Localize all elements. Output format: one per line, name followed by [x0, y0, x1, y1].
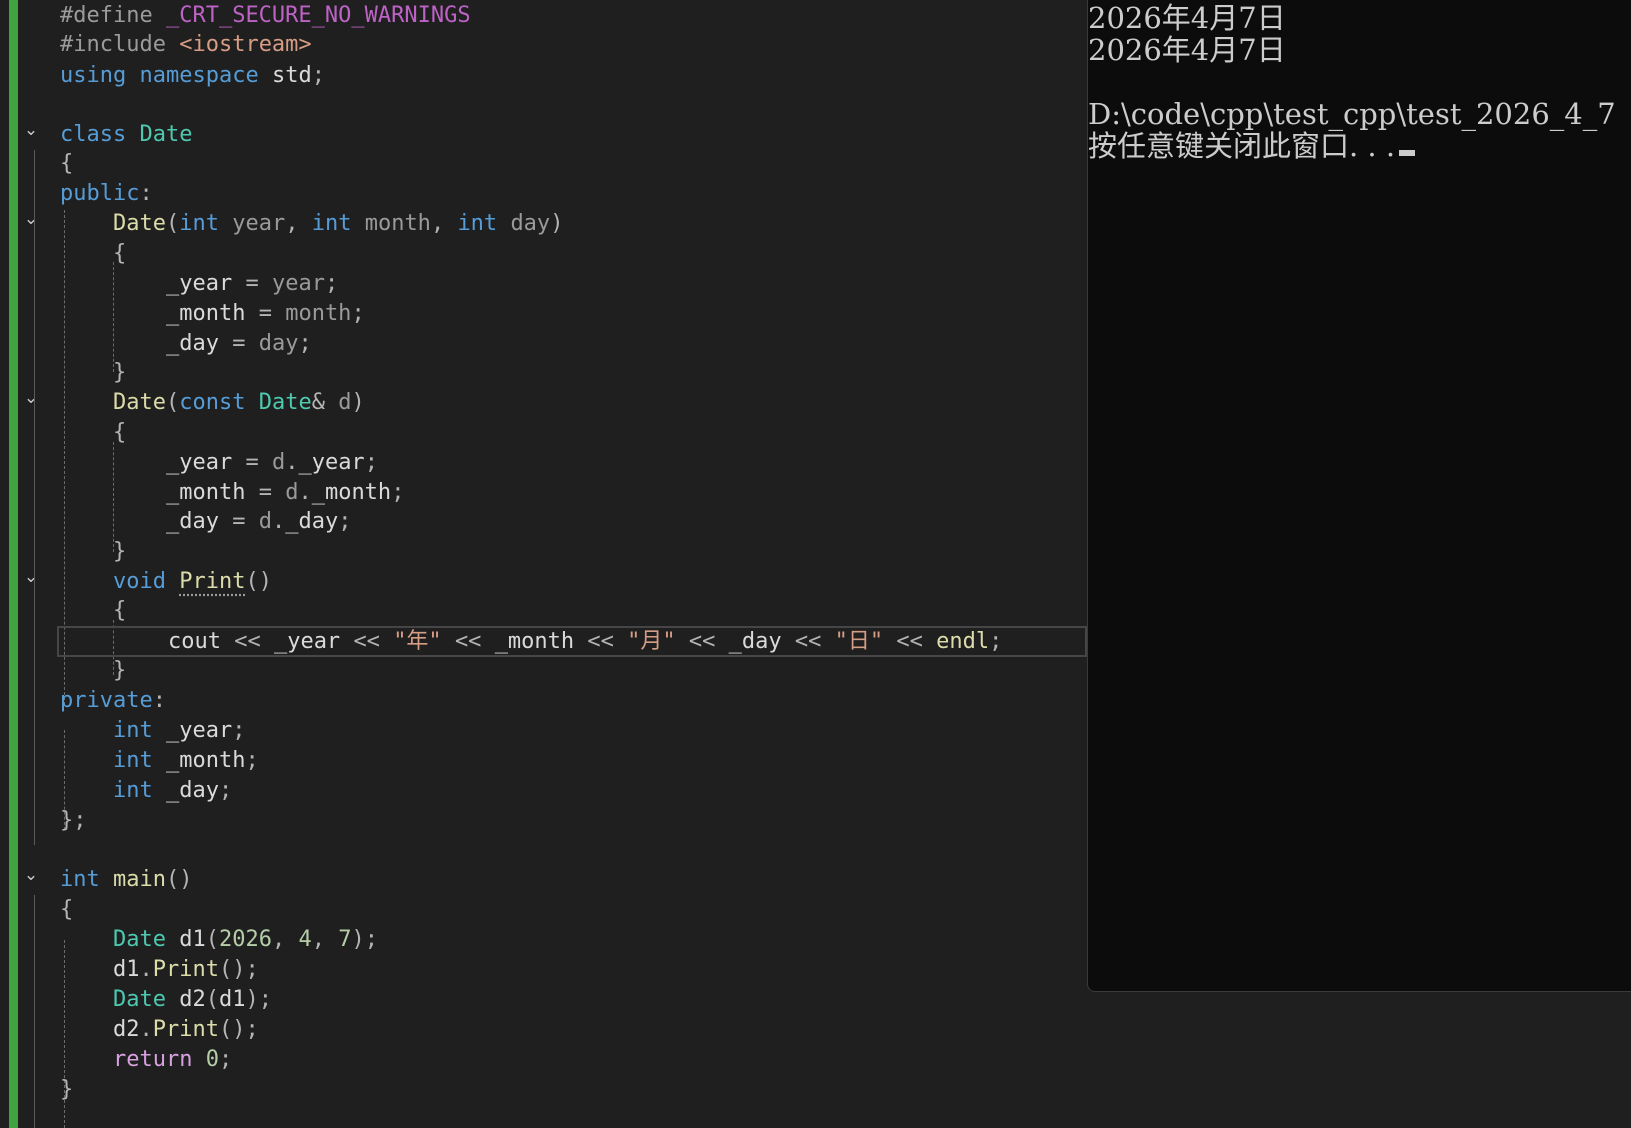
code-line[interactable]: class Date: [60, 119, 192, 150]
console-line: 2026年4月7日: [1088, 1, 1286, 35]
code-line[interactable]: {: [60, 238, 126, 269]
console-line: D:\code\cpp\test_cpp\test_2026_4_7: [1088, 97, 1616, 131]
console-line: 2026年4月7日: [1088, 33, 1286, 67]
code-line[interactable]: _month = d._month;: [60, 477, 404, 508]
code-line[interactable]: #include <iostream>: [60, 29, 312, 60]
code-line[interactable]: }: [60, 536, 126, 567]
code-line[interactable]: };: [60, 805, 87, 836]
code-line[interactable]: d2.Print();: [60, 1014, 259, 1045]
code-line[interactable]: Date(const Date& d): [60, 387, 365, 418]
console-prompt-text: 按任意键关闭此窗口. . .: [1088, 129, 1396, 163]
code-line[interactable]: int _day;: [60, 775, 232, 806]
code-line[interactable]: int _year;: [60, 715, 245, 746]
code-line[interactable]: int main(): [60, 864, 192, 895]
code-line[interactable]: _day = d._day;: [60, 506, 351, 537]
code-line[interactable]: {: [60, 894, 73, 925]
code-line[interactable]: _month = month;: [60, 298, 365, 329]
code-line[interactable]: public:: [60, 178, 153, 209]
code-line[interactable]: {: [60, 417, 126, 448]
console-cursor: [1399, 150, 1416, 156]
code-line[interactable]: }: [60, 357, 126, 388]
code-line-current[interactable]: cout << _year << "年" << _month << "月" <<…: [57, 626, 1087, 657]
code-line[interactable]: {: [60, 595, 126, 626]
console-window[interactable]: 2026年4月7日 2026年4月7日 D:\code\cpp\test_cpp…: [1087, 0, 1631, 992]
code-line[interactable]: Date d2(d1);: [60, 984, 272, 1015]
code-line[interactable]: using namespace std;: [60, 60, 325, 91]
code-line[interactable]: d1.Print();: [60, 954, 259, 985]
code-line[interactable]: _day = day;: [60, 328, 312, 359]
code-lines: #define _CRT_SECURE_NO_WARNINGS #include …: [0, 0, 1090, 1128]
code-line[interactable]: int _month;: [60, 745, 259, 776]
code-line[interactable]: void Print(): [60, 566, 272, 597]
code-line[interactable]: Date(int year, int month, int day): [60, 208, 563, 239]
code-line[interactable]: Date d1(2026, 4, 7);: [60, 924, 378, 955]
code-line[interactable]: }: [60, 655, 126, 686]
code-line[interactable]: private:: [60, 685, 166, 716]
code-line[interactable]: #define _CRT_SECURE_NO_WARNINGS: [60, 0, 471, 31]
code-line[interactable]: {: [60, 148, 73, 179]
console-prompt-line: 按任意键关闭此窗口. . .: [1088, 129, 1416, 163]
code-line[interactable]: _year = year;: [60, 268, 338, 299]
code-line[interactable]: }: [60, 1074, 73, 1105]
code-line[interactable]: return 0;: [60, 1044, 232, 1075]
code-line[interactable]: _year = d._year;: [60, 447, 378, 478]
